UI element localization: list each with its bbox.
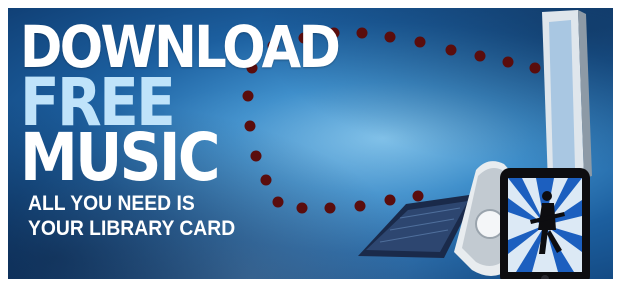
subheadline-line-1: ALL YOU NEED IS [28,192,195,215]
subheadline-line-2: YOUR LIBRARY CARD [28,217,236,240]
headline-music: MUSIC [20,119,220,196]
download-free-music-banner[interactable]: DOWNLOAD FREE MUSIC ALL YOU NEED IS YOUR… [8,8,613,279]
